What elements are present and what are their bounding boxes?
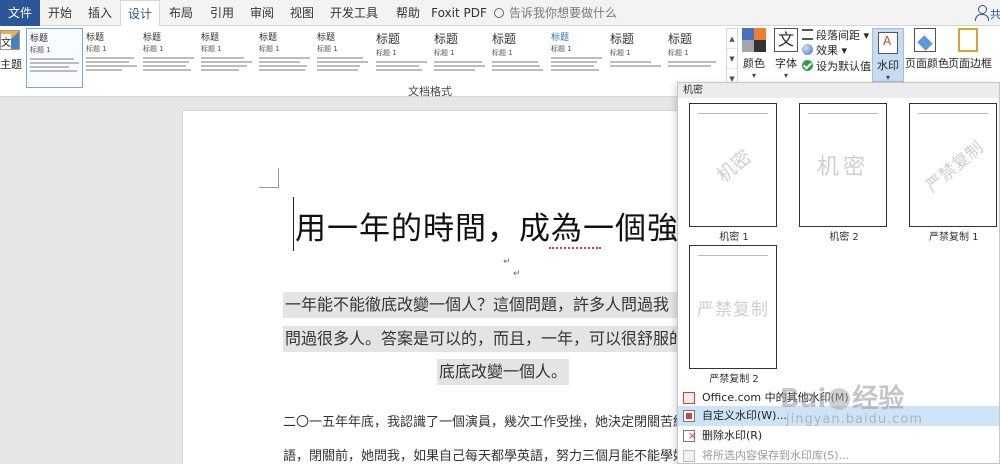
paragraph-spacing-button[interactable]: 段落间距 ▾ bbox=[802, 28, 869, 44]
margin-corner-mark bbox=[259, 168, 279, 188]
tab-help[interactable]: 帮助 bbox=[386, 0, 430, 26]
body-text-line[interactable]: 二〇一五年年底，我認識了一個演員，幾次工作受挫，她決定閉關苦練 bbox=[283, 411, 686, 430]
style-set-thumb[interactable]: 标题 标题 1 bbox=[373, 28, 430, 88]
share-button[interactable]: 共 bbox=[990, 6, 1000, 22]
page-color-icon bbox=[914, 28, 936, 52]
save-to-gallery-icon bbox=[683, 450, 695, 462]
colors-button[interactable]: 颜色 ▾ bbox=[740, 28, 768, 80]
tab-home[interactable]: 开始 bbox=[40, 0, 80, 26]
page-borders-icon bbox=[958, 28, 978, 52]
watermark-icon bbox=[878, 32, 898, 54]
checkmark-icon bbox=[802, 60, 813, 71]
scroll-down-icon[interactable]: ▼ bbox=[727, 49, 737, 69]
themes-icon: 文 bbox=[0, 30, 20, 50]
tab-foxit-pdf[interactable]: Foxit PDF bbox=[430, 0, 488, 26]
highlighted-paragraph-line[interactable]: 問過很多人。答案是可以的，而且，一年，可以很舒服的 bbox=[283, 326, 685, 352]
watermark-option-do-not-copy-2[interactable]: 严禁复制 严禁复制 2 bbox=[689, 245, 779, 385]
tab-developer[interactable]: 开发工具 bbox=[322, 0, 386, 26]
text-cursor bbox=[293, 197, 294, 251]
style-set-thumb[interactable]: 标题 标题 1 bbox=[256, 28, 313, 88]
remove-watermark-menu-item[interactable]: 删除水印(R) bbox=[678, 426, 999, 446]
style-set-thumb[interactable]: 标题 标题 1 bbox=[489, 28, 546, 88]
watermark-option-confidential-2[interactable]: 机密 机密 2 bbox=[799, 103, 889, 243]
watermark-option-do-not-copy-1[interactable]: 严禁复制 严禁复制 1 bbox=[909, 103, 999, 243]
paragraph-mark: ↵ bbox=[503, 257, 511, 267]
colors-icon bbox=[742, 28, 766, 52]
chevron-down-icon: ▾ bbox=[885, 73, 890, 82]
style-set-thumb[interactable]: 标题 标题 1 bbox=[198, 28, 255, 88]
watermark-preview: 严禁复制 bbox=[689, 245, 777, 369]
fonts-button[interactable]: 文 字体 ▾ bbox=[772, 28, 800, 80]
style-set-thumb[interactable]: 标题 标题 1 bbox=[548, 28, 605, 88]
gallery-scrollbar[interactable]: ▲ ▼ ▼ bbox=[726, 28, 738, 89]
watermark-preview: 机密 bbox=[689, 103, 777, 227]
tab-design[interactable]: 设计 bbox=[120, 0, 160, 27]
effects-icon bbox=[802, 44, 813, 55]
highlighted-paragraph-line[interactable]: 一年能不能徹底改變一個人？這個問題，許多人問過我 bbox=[283, 292, 677, 318]
watermark-label: 水印 bbox=[877, 59, 899, 72]
tell-me-box[interactable]: 告诉我你想要做什么 bbox=[494, 0, 617, 26]
fonts-icon: 文 bbox=[774, 28, 798, 52]
themes-button[interactable]: 文 主题 bbox=[0, 28, 22, 86]
watermark-section-header: 机密 bbox=[678, 83, 999, 98]
style-set-thumb[interactable]: 标题 标题 1 bbox=[140, 28, 197, 88]
chevron-down-icon: ▾ bbox=[783, 71, 788, 80]
tab-references[interactable]: 引用 bbox=[202, 0, 242, 26]
lightbulb-icon bbox=[494, 8, 504, 18]
body-text-line[interactable]: 語，閉關前，她問我，如果自己每天都學英語，努力三個月能不能學好 bbox=[283, 445, 686, 464]
watermark-preview: 严禁复制 bbox=[909, 103, 997, 227]
tab-view[interactable]: 视图 bbox=[282, 0, 322, 26]
watermark-dropdown: 机密 机密 机密 1 机密 机密 2 严禁复制 严禁复制 1 严禁复制 严禁复制… bbox=[677, 82, 1000, 464]
highlighted-paragraph-line[interactable]: 底底改變一個人。 bbox=[437, 359, 570, 385]
style-set-thumb[interactable]: 标题 标题 1 bbox=[607, 28, 664, 88]
tab-insert[interactable]: 插入 bbox=[80, 0, 120, 26]
watermark-button[interactable]: 水印 ▾ bbox=[872, 28, 904, 82]
style-set-thumb[interactable]: 标题 标题 1 bbox=[26, 28, 83, 88]
tab-file[interactable]: 文件 bbox=[0, 0, 40, 26]
more-watermarks-office-menu-item[interactable]: Office.com 中的其他水印(M) bbox=[678, 388, 999, 408]
page-color-label: 页面颜色 bbox=[905, 57, 949, 70]
chevron-down-icon: ▾ bbox=[751, 71, 756, 80]
style-set-thumb[interactable]: 标题 标题 1 bbox=[431, 28, 488, 88]
tab-review[interactable]: 审阅 bbox=[242, 0, 282, 26]
spelling-squiggle bbox=[549, 245, 601, 249]
set-as-default-button[interactable]: 设为默认值 bbox=[802, 59, 871, 75]
colors-label: 颜色 bbox=[743, 57, 765, 70]
account-icon[interactable] bbox=[975, 5, 989, 21]
themes-label: 主题 bbox=[0, 58, 22, 71]
effects-button[interactable]: 效果 ▾ bbox=[802, 43, 847, 59]
page-borders-button[interactable]: 页面边框 bbox=[948, 28, 992, 71]
office-icon bbox=[683, 392, 695, 404]
page-borders-label: 页面边框 bbox=[948, 57, 992, 70]
tell-me-text: 告诉我你想要做什么 bbox=[509, 6, 618, 20]
custom-watermark-icon bbox=[683, 410, 695, 422]
style-set-thumb[interactable]: 标题 标题 1 bbox=[314, 28, 371, 88]
watermark-option-confidential-1[interactable]: 机密 机密 1 bbox=[689, 103, 779, 243]
paragraph-spacing-icon bbox=[802, 29, 813, 40]
tab-layout[interactable]: 布局 bbox=[161, 0, 201, 26]
document-title[interactable]: 用一年的時間，成為一個強 bbox=[295, 203, 679, 248]
fonts-label: 字体 bbox=[775, 57, 797, 70]
watermark-preview: 机密 bbox=[799, 103, 887, 227]
remove-watermark-icon bbox=[683, 426, 697, 446]
ribbon-tab-bar: 文件 开始 插入 设计 布局 引用 审阅 视图 开发工具 帮助 Foxit PD… bbox=[0, 0, 1000, 27]
scroll-up-icon[interactable]: ▲ bbox=[727, 29, 737, 49]
save-to-gallery-menu-item: 将所选内容保存到水印库(S)... bbox=[678, 446, 999, 463]
page-color-button[interactable]: 页面颜色 bbox=[905, 28, 949, 71]
document-page[interactable]: 用一年的時間，成為一個強 ↵ ↵ 一年能不能徹底改變一個人？這個問題，許多人問過… bbox=[182, 110, 702, 464]
custom-watermark-menu-item[interactable]: 自定义水印(W)... bbox=[678, 406, 999, 426]
style-set-thumb[interactable]: 标题 标题 1 bbox=[83, 28, 140, 88]
paragraph-mark: ↵ bbox=[513, 269, 521, 279]
style-set-thumb[interactable]: 标题 标题 1 bbox=[665, 28, 722, 88]
